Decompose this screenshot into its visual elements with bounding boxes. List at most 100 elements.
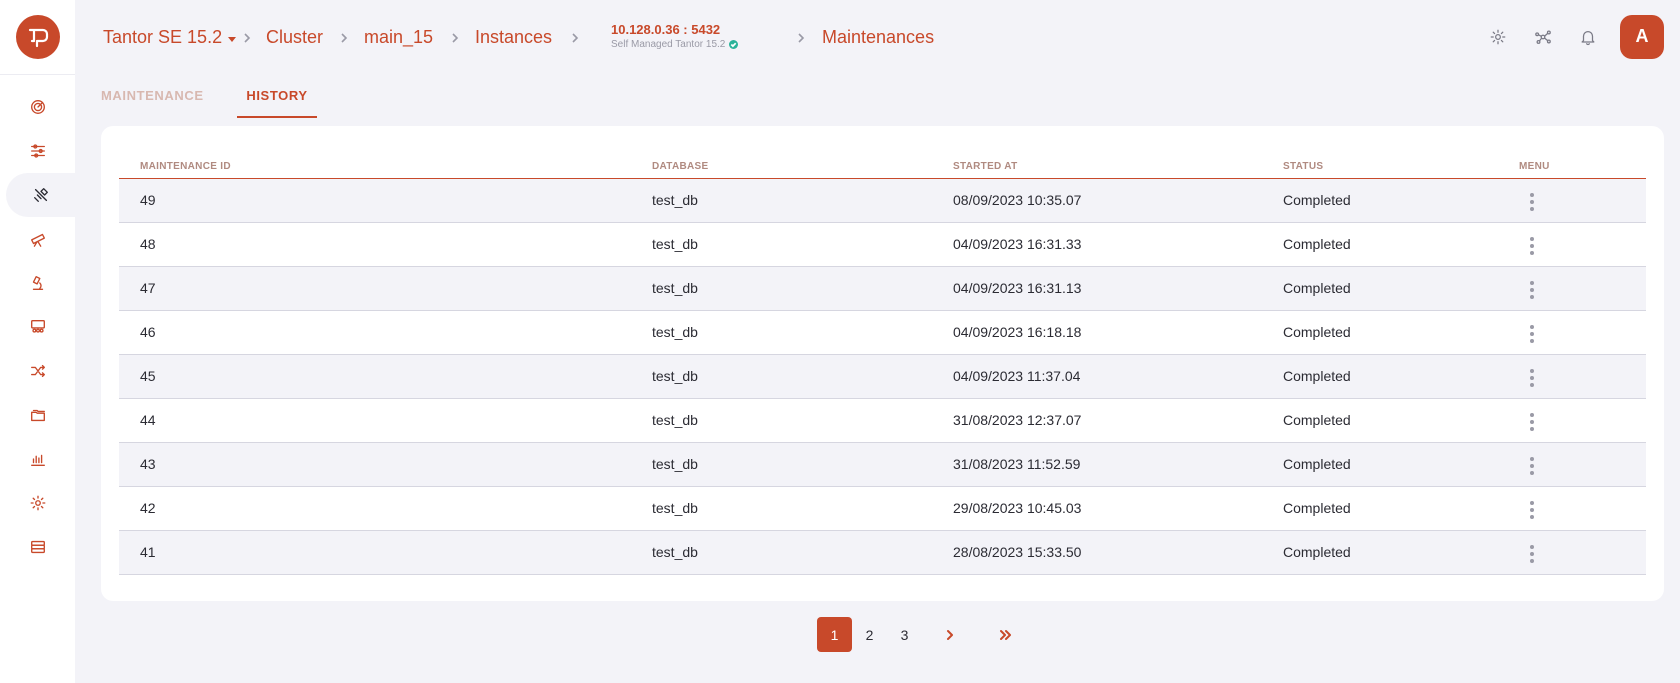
row-menu-kebab-icon[interactable] — [1522, 364, 1542, 392]
row-menu-kebab-icon[interactable] — [1522, 408, 1542, 436]
column-header-database[interactable]: DATABASE — [652, 156, 953, 179]
cell-started-at: 04/09/2023 16:31.33 — [953, 222, 1283, 267]
sidebar-item-files[interactable] — [0, 393, 75, 437]
cell-status: Completed — [1283, 178, 1519, 223]
bar-chart-icon — [30, 454, 45, 466]
chevron-right-icon — [796, 32, 806, 44]
cell-started-at: 31/08/2023 11:52.59 — [953, 442, 1283, 487]
sidebar-item-storage[interactable] — [0, 525, 75, 569]
table-row[interactable]: 49 test_db 08/09/2023 10:35.07 Completed — [119, 178, 1646, 223]
cell-maintenance-id: 49 — [119, 178, 652, 223]
sidebar-item-maintenance[interactable] — [6, 173, 75, 217]
top-header: Tantor SE 15.2 Cluster main_15 Instances… — [75, 0, 1680, 75]
table-row[interactable]: 47 test_db 04/09/2023 16:31.13 Completed — [119, 266, 1646, 311]
user-avatar[interactable]: A — [1620, 14, 1664, 59]
cell-menu — [1519, 222, 1646, 267]
cell-maintenance-id: 43 — [119, 442, 652, 487]
chevron-right-icon — [946, 629, 953, 640]
cell-maintenance-id: 42 — [119, 486, 652, 531]
dashboard-icon — [30, 100, 45, 114]
cell-menu — [1519, 486, 1646, 531]
network-icon — [1534, 30, 1551, 44]
sidebar-item-team[interactable] — [0, 305, 75, 349]
cell-maintenance-id: 47 — [119, 266, 652, 311]
column-header-started-at[interactable]: STARTED AT — [953, 156, 1283, 179]
table-header-row: MAINTENANCE ID DATABASE STARTED AT STATU… — [119, 156, 1646, 179]
cell-database: test_db — [652, 310, 953, 355]
tab-bar: MAINTENANCE HISTORY — [101, 80, 317, 118]
row-menu-kebab-icon[interactable] — [1522, 276, 1542, 304]
page-1-button[interactable]: 1 — [817, 617, 852, 652]
chevron-down-icon — [228, 36, 237, 42]
cell-started-at: 31/08/2023 12:37.07 — [953, 398, 1283, 443]
breadcrumb-cluster[interactable]: Cluster — [266, 27, 323, 48]
breadcrumb-database-label: main_15 — [364, 27, 434, 47]
sliders-icon — [30, 144, 45, 158]
sidebar-item-configuration[interactable] — [0, 129, 75, 173]
tab-maintenance[interactable]: MAINTENANCE — [101, 80, 237, 118]
table-row[interactable]: 42 test_db 29/08/2023 10:45.03 Completed — [119, 486, 1646, 531]
column-header-status[interactable]: STATUS — [1283, 156, 1519, 179]
notifications-button[interactable] — [1565, 14, 1610, 59]
breadcrumb-product[interactable]: Tantor SE 15.2 — [103, 27, 237, 48]
cell-database: test_db — [652, 442, 953, 487]
table-row[interactable]: 44 test_db 31/08/2023 12:37.07 Completed — [119, 398, 1646, 443]
last-page-button[interactable] — [987, 617, 1022, 652]
logo-area — [0, 0, 75, 75]
cell-started-at: 04/09/2023 16:31.13 — [953, 266, 1283, 311]
cell-started-at: 08/09/2023 10:35.07 — [953, 178, 1283, 223]
cell-database: test_db — [652, 266, 953, 311]
cell-menu — [1519, 398, 1646, 443]
cell-status: Completed — [1283, 442, 1519, 487]
pagination: 1 2 3 — [817, 617, 1022, 652]
table-row[interactable]: 46 test_db 04/09/2023 16:18.18 Completed — [119, 310, 1646, 355]
chevron-right-icon — [570, 32, 580, 44]
table-row[interactable]: 45 test_db 04/09/2023 11:37.04 Completed — [119, 354, 1646, 399]
breadcrumb-instances-label: Instances — [475, 27, 553, 47]
chevron-right-icon — [339, 32, 349, 44]
breadcrumb-instance[interactable]: 10.128.0.36 : 5432 Self Managed Tantor 1… — [611, 22, 739, 51]
cell-database: test_db — [652, 354, 953, 399]
app-logo[interactable] — [15, 15, 60, 59]
next-page-button[interactable] — [932, 617, 967, 652]
breadcrumb-instances[interactable]: Instances — [475, 27, 552, 48]
table-row[interactable]: 41 test_db 28/08/2023 15:33.50 Completed — [119, 530, 1646, 575]
settings-icon — [30, 495, 45, 511]
cell-status: Completed — [1283, 398, 1519, 443]
table-row[interactable]: 43 test_db 31/08/2023 11:52.59 Completed — [119, 442, 1646, 487]
topology-button[interactable] — [1520, 14, 1565, 59]
cell-menu — [1519, 442, 1646, 487]
sidebar-item-analysis[interactable] — [0, 261, 75, 305]
row-menu-kebab-icon[interactable] — [1522, 452, 1542, 480]
cell-status: Completed — [1283, 310, 1519, 355]
sidebar-item-monitoring[interactable] — [0, 217, 75, 261]
tab-history[interactable]: HISTORY — [237, 80, 317, 118]
cell-menu — [1519, 178, 1646, 223]
sidebar-item-dashboard[interactable] — [0, 85, 75, 129]
table-row[interactable]: 48 test_db 04/09/2023 16:31.33 Completed — [119, 222, 1646, 267]
chevron-right-icon — [242, 32, 252, 44]
breadcrumb-database[interactable]: main_15 — [364, 27, 433, 48]
row-menu-kebab-icon[interactable] — [1522, 188, 1542, 216]
sidebar-item-settings[interactable] — [0, 481, 75, 525]
row-menu-kebab-icon[interactable] — [1522, 540, 1542, 568]
breadcrumb-current-label: Maintenances — [822, 27, 935, 47]
maintenance-history-table: MAINTENANCE ID DATABASE STARTED AT STATU… — [119, 156, 1646, 575]
cell-maintenance-id: 46 — [119, 310, 652, 355]
check-circle-icon — [729, 40, 739, 49]
cell-status: Completed — [1283, 266, 1519, 311]
cell-started-at: 28/08/2023 15:33.50 — [953, 530, 1283, 575]
row-menu-kebab-icon[interactable] — [1522, 496, 1542, 524]
row-menu-kebab-icon[interactable] — [1522, 320, 1542, 348]
row-menu-kebab-icon[interactable] — [1522, 232, 1542, 260]
settings-button[interactable] — [1475, 14, 1520, 59]
page-2-button[interactable]: 2 — [852, 617, 887, 652]
tools-icon — [33, 188, 48, 202]
header-actions: A — [1475, 14, 1664, 59]
cell-database: test_db — [652, 222, 953, 267]
gear-icon — [1490, 29, 1505, 44]
sidebar-item-replication[interactable] — [0, 349, 75, 393]
page-3-button[interactable]: 3 — [887, 617, 922, 652]
sidebar-item-reports[interactable] — [0, 437, 75, 481]
column-header-maintenance-id[interactable]: MAINTENANCE ID — [119, 156, 652, 179]
